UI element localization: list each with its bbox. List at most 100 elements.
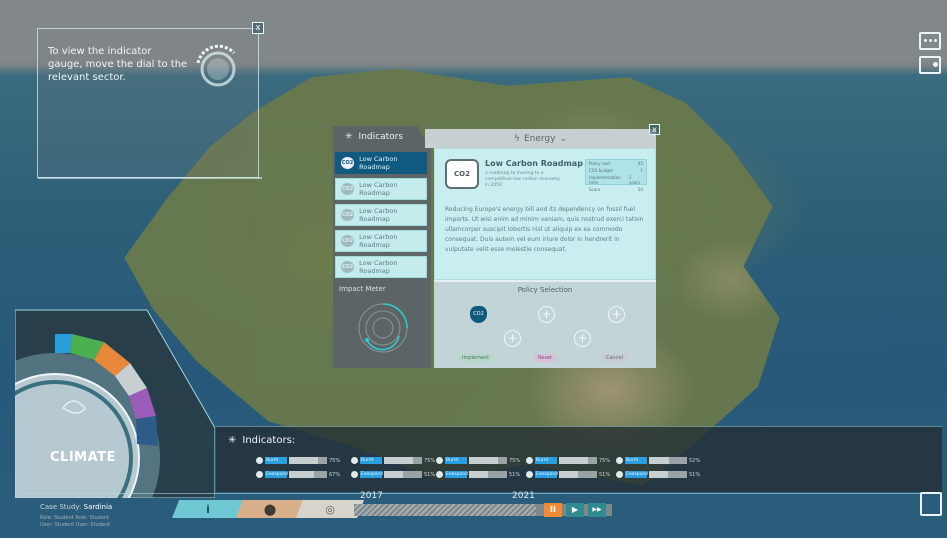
pause-button[interactable]: II: [544, 503, 562, 517]
list-item[interactable]: CO2 Low Carbon Roadmap: [335, 256, 427, 278]
co2-icon: CO2: [445, 159, 479, 189]
list-item[interactable]: CO2 Low Carbon Roadmap: [335, 204, 427, 226]
policy-slot-empty[interactable]: +: [574, 330, 591, 347]
indicator-value: 75%: [599, 457, 611, 464]
detail-body: Reducing Europe's energy bill and its de…: [445, 206, 644, 253]
list-item-label: Low Carbon Roadmap: [359, 259, 398, 275]
tab-indicators[interactable]: ✳ Indicators: [333, 126, 429, 148]
implement-button[interactable]: Implement: [458, 354, 494, 362]
water-sector-icon[interactable]: [55, 334, 72, 353]
co2-icon: CO2: [341, 209, 355, 221]
hint-divider: [38, 177, 262, 179]
timeline-current-year: 2021: [512, 491, 535, 501]
list-item-label: Low Carbon Roadmap: [359, 155, 398, 171]
list-item-label: Low Carbon Roadmap: [359, 207, 398, 223]
lightning-icon: ϟ: [514, 133, 520, 144]
indicator-fill: [649, 471, 669, 478]
indicator-label: Burnt: [625, 457, 647, 464]
impact-meter: Impact Meter: [333, 280, 431, 368]
indicator-label: Eeespond: [445, 471, 469, 478]
indicator-icon: [616, 457, 623, 464]
indicator-row: Eeespond 51%: [436, 469, 524, 480]
indicator-value: 75%: [329, 457, 341, 464]
co2-icon: CO2: [341, 157, 355, 169]
indicators-bar: ✳ Indicators: Burnt 75% Eeespond 67% Burnt…: [216, 426, 942, 492]
policy-detail: CO2 Low Carbon Roadmap a roadmap to movi…: [434, 148, 656, 280]
indicators-title: ✳ Indicators:: [228, 435, 295, 446]
hint-close-button[interactable]: x: [252, 22, 264, 34]
indicator-row: Burnt 75%: [351, 455, 439, 466]
case-study-label: Case Study:: [40, 503, 82, 511]
tab-energy-label: Energy: [523, 133, 556, 144]
indicator-icon: [351, 471, 358, 478]
indicator-label: Eeespond: [625, 471, 649, 478]
stat-row: Policy cost 45: [589, 161, 643, 166]
indicator-group: Burnt 52% Eeespond 51%: [616, 455, 704, 483]
climate-label: CLIMATE: [50, 450, 116, 465]
timeline-progress[interactable]: [354, 504, 536, 516]
panel-close-button[interactable]: x: [649, 124, 660, 135]
policy-slot-filled[interactable]: CO2: [470, 306, 487, 323]
indicator-fill: [649, 457, 669, 464]
timeline-start-year: 2017: [360, 491, 383, 501]
indicator-icon: [256, 471, 263, 478]
indicator-label: Burnt: [360, 457, 382, 464]
indicator-track: [384, 471, 422, 478]
tab-energy[interactable]: ϟ Energy ⌄: [425, 129, 656, 148]
indicator-row: Burnt 75%: [256, 455, 344, 466]
indicator-label: Burnt: [535, 457, 557, 464]
indicator-label: Burnt: [265, 457, 287, 464]
toggle-icon[interactable]: [919, 56, 941, 74]
indicator-track: [384, 457, 422, 464]
gauge-dial-icon[interactable]: [192, 43, 244, 95]
indicator-panel: ✳ Indicators ϟ Energy ⌄ x CO2 Low Carbon…: [333, 124, 660, 368]
policy-slot-empty[interactable]: +: [608, 306, 625, 323]
case-study: Case Study: Sardinia: [40, 503, 112, 511]
list-item-label: Low Carbon Roadmap: [359, 233, 398, 249]
info-button[interactable]: i: [172, 500, 244, 518]
list-item[interactable]: CO2 Low Carbon Roadmap: [335, 230, 427, 252]
climate-wheel[interactable]: [15, 298, 215, 498]
policy-slot-empty[interactable]: +: [504, 330, 521, 347]
indicator-track: [559, 471, 597, 478]
indicator-group: Burnt 75% Eeespond 51%: [351, 455, 439, 483]
indicator-fill: [559, 471, 579, 478]
indicators-icon: ✳: [345, 132, 353, 142]
indicator-track: [649, 457, 687, 464]
indicator-row: Burnt 75%: [526, 455, 614, 466]
hint-panel: To view the indicator gauge, move the di…: [37, 22, 264, 179]
indicator-row: Eeespond 51%: [351, 469, 439, 480]
indicator-row: Eeespond 51%: [616, 469, 704, 480]
indicator-fill: [289, 457, 318, 464]
indicators-icon: ✳: [228, 435, 237, 446]
cancel-button[interactable]: Cancel: [602, 354, 627, 362]
fast-forward-button[interactable]: ▶▶: [588, 503, 606, 517]
policy-selection-title: Policy Selection: [517, 286, 573, 294]
indicator-icon: [526, 471, 533, 478]
list-item[interactable]: CO2 Low Carbon Roadmap: [335, 178, 427, 200]
list-item-label: Low Carbon Roadmap: [359, 181, 398, 197]
indicator-value: 52%: [689, 457, 701, 464]
indicator-value: 75%: [424, 457, 436, 464]
indicator-value: 51%: [424, 471, 436, 478]
indicator-label: Burnt: [445, 457, 467, 464]
indicator-label: Eeespond: [360, 471, 384, 478]
population-sector-icon[interactable]: [136, 416, 158, 446]
play-button[interactable]: ▶: [566, 503, 584, 517]
policy-slot-empty[interactable]: +: [538, 306, 555, 323]
menu-icon[interactable]: [919, 32, 941, 50]
reset-button[interactable]: Reset: [534, 354, 556, 362]
indicator-value: 51%: [509, 471, 521, 478]
indicator-track: [559, 457, 597, 464]
indicator-fill: [469, 471, 489, 478]
location-pin-icon[interactable]: ⬤: [236, 500, 304, 518]
co2-icon: CO2: [341, 235, 355, 247]
indicator-value: 75%: [509, 457, 521, 464]
indicator-track: [649, 471, 687, 478]
indicator-icon: [526, 457, 533, 464]
notes-icon[interactable]: [920, 492, 942, 516]
list-item[interactable]: CO2 Low Carbon Roadmap: [335, 152, 427, 174]
policy-selection: Policy Selection CO2 + + + + Implement R…: [434, 280, 656, 368]
indicator-row: Burnt 52%: [616, 455, 704, 466]
case-study-roles: Role: Student Role: Student User: Studen…: [40, 515, 110, 529]
